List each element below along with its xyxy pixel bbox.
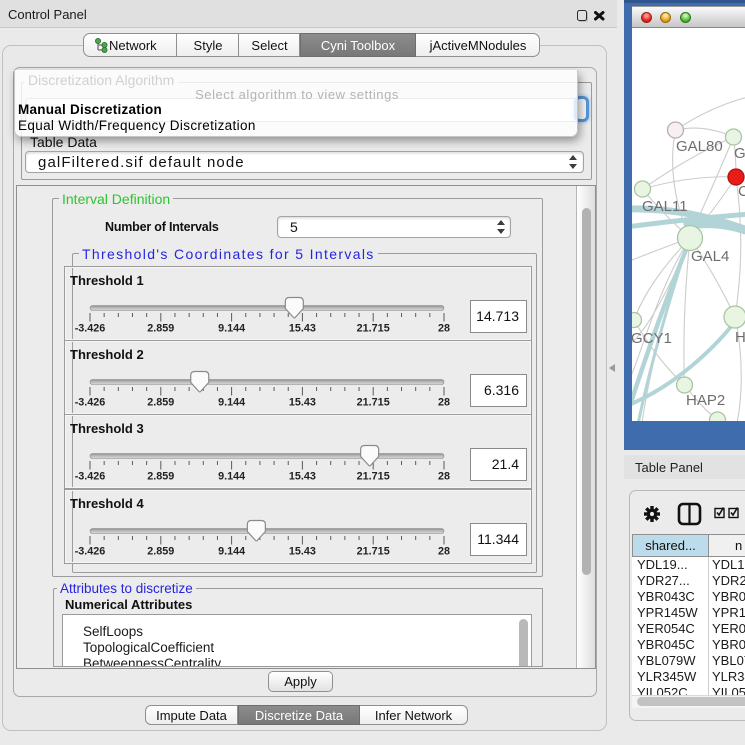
svg-text:GAL11: GAL11 (642, 198, 688, 215)
svg-text:28: 28 (438, 396, 450, 408)
svg-text:9.144: 9.144 (218, 470, 245, 482)
svg-text:GCY1: GCY1 (632, 330, 672, 347)
svg-text:21.715: 21.715 (357, 470, 390, 482)
svg-text:21.715: 21.715 (357, 322, 390, 334)
svg-text:15.43: 15.43 (289, 470, 316, 482)
svg-text:C: C (738, 183, 745, 200)
svg-text:28: 28 (438, 545, 450, 557)
svg-text:28: 28 (438, 470, 450, 482)
svg-text:HAP2: HAP2 (686, 392, 725, 409)
svg-text:-3.426: -3.426 (75, 396, 106, 408)
svg-text:9.144: 9.144 (218, 545, 245, 557)
svg-text:2.859: 2.859 (147, 322, 174, 334)
svg-text:15.43: 15.43 (289, 396, 316, 408)
svg-text:-3.426: -3.426 (75, 470, 106, 482)
svg-text:GA: GA (734, 145, 745, 162)
svg-text:GAL4: GAL4 (691, 248, 729, 265)
svg-text:9.144: 9.144 (218, 396, 245, 408)
svg-text:-3.426: -3.426 (75, 322, 106, 334)
svg-text:2.859: 2.859 (147, 545, 174, 557)
svg-text:2.859: 2.859 (147, 396, 174, 408)
svg-text:21.715: 21.715 (357, 396, 390, 408)
svg-text:-3.426: -3.426 (75, 545, 106, 557)
svg-text:15.43: 15.43 (289, 545, 316, 557)
svg-text:21.715: 21.715 (357, 545, 390, 557)
svg-text:28: 28 (438, 322, 450, 334)
svg-text:2.859: 2.859 (147, 470, 174, 482)
svg-text:15.43: 15.43 (289, 322, 316, 334)
svg-text:GAL80: GAL80 (676, 138, 723, 155)
svg-text:H: H (735, 329, 745, 346)
svg-text:9.144: 9.144 (218, 322, 245, 334)
